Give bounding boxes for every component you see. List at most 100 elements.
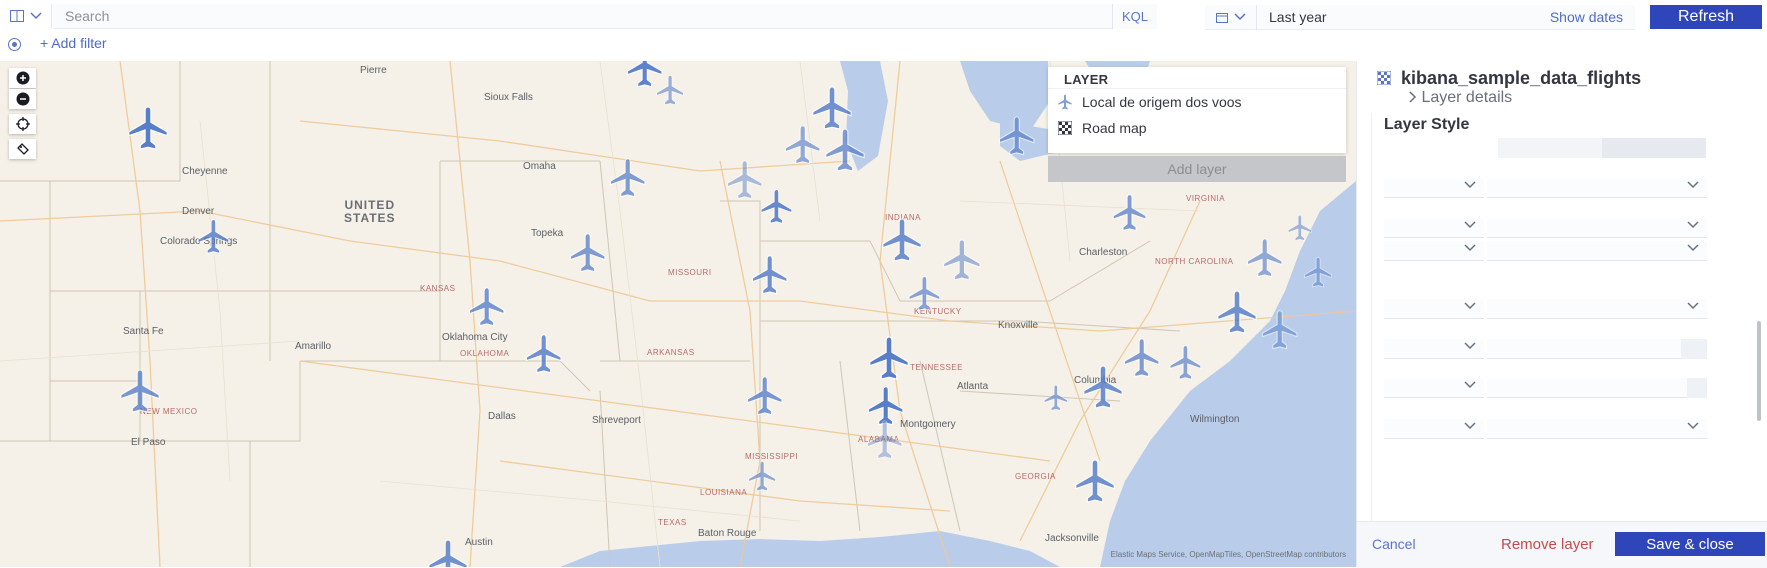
chevron-down-icon (1233, 13, 1246, 21)
style-select[interactable] (1384, 218, 1484, 238)
style-select[interactable] (1384, 378, 1484, 398)
region-label: VIRGINIA (1186, 194, 1226, 203)
layer-control-title: LAYER (1048, 67, 1346, 89)
airport-marker[interactable] (425, 538, 471, 567)
region-label: GEORGIA (1015, 472, 1056, 481)
layer-details-label: Layer details (1421, 89, 1513, 106)
add-layer-button[interactable]: Add layer (1048, 156, 1346, 182)
color-swatch[interactable] (1602, 138, 1706, 158)
zoom-out-button[interactable] (9, 89, 36, 109)
date-range-text[interactable]: Last year (1257, 9, 1550, 25)
layer-item-flight-origin[interactable]: Local de origem dos voos (1048, 89, 1346, 115)
style-select[interactable] (1487, 178, 1707, 198)
airport-marker[interactable] (866, 335, 912, 381)
fit-to-data-button[interactable] (9, 114, 36, 134)
save-close-button[interactable]: Save & close (1615, 532, 1765, 556)
airport-marker[interactable] (864, 419, 905, 460)
query-language-button[interactable]: KQL (1112, 3, 1157, 29)
chevron-down-icon (1464, 244, 1476, 252)
layer-name: Road map (1082, 120, 1147, 136)
style-input[interactable] (1487, 378, 1687, 398)
airport-icon (1056, 93, 1074, 111)
style-select[interactable] (1487, 299, 1707, 319)
airport-marker[interactable] (879, 217, 925, 263)
style-select[interactable] (1384, 339, 1484, 359)
region-label: LOUISIANA (700, 488, 748, 497)
search-input[interactable] (53, 4, 1112, 28)
airport-marker[interactable] (1080, 364, 1126, 410)
date-picker: Last year Show dates (1205, 4, 1635, 30)
airport-marker[interactable] (1121, 337, 1162, 378)
country-label: UNITED STATES (344, 198, 396, 225)
style-select[interactable] (1384, 241, 1484, 261)
layer-item-road-map[interactable]: Road map (1048, 115, 1346, 141)
panel-scrollbar[interactable] (1757, 321, 1761, 421)
place-label: Cheyenne (182, 166, 228, 177)
zoom-in-button[interactable] (9, 68, 36, 88)
airport-marker[interactable] (607, 157, 648, 198)
place-label: Montgomery (900, 419, 956, 430)
airport-marker[interactable] (996, 115, 1037, 156)
airport-marker[interactable] (654, 74, 686, 106)
airport-marker[interactable] (1072, 458, 1118, 504)
airport-marker[interactable] (117, 368, 163, 414)
style-row (1384, 218, 1724, 238)
place-label: Sioux Falls (484, 92, 533, 103)
show-dates-link[interactable]: Show dates (1550, 9, 1635, 25)
style-row (1384, 378, 1724, 398)
region-label: ARKANSAS (647, 348, 695, 357)
add-filter-button[interactable]: + Add filter (40, 35, 107, 51)
airport-marker[interactable] (1302, 256, 1334, 288)
minus-icon (16, 92, 29, 106)
map-attribution[interactable]: Elastic Maps Service, OpenMapTiles, Open… (1111, 550, 1346, 559)
style-select[interactable] (1487, 218, 1707, 238)
chevron-right-icon (1409, 91, 1417, 103)
airport-marker[interactable] (1167, 344, 1204, 381)
style-select[interactable] (1384, 419, 1484, 439)
style-select[interactable] (1384, 299, 1484, 319)
style-select[interactable] (1384, 178, 1484, 198)
airport-marker[interactable] (1259, 309, 1300, 350)
airport-marker[interactable] (906, 275, 943, 312)
filter-options-icon[interactable] (8, 38, 21, 51)
airport-marker[interactable] (1286, 214, 1314, 242)
place-label: Pierre (360, 65, 387, 76)
airport-marker[interactable] (758, 188, 795, 225)
chevron-down-icon (1687, 181, 1699, 189)
airport-marker[interactable] (1244, 237, 1285, 278)
layer-details-toggle[interactable]: Layer details (1409, 89, 1512, 107)
color-swatch[interactable] (1498, 138, 1602, 158)
airport-marker[interactable] (822, 127, 868, 173)
airport-marker[interactable] (567, 232, 608, 273)
remove-layer-button[interactable]: Remove layer (1501, 536, 1594, 553)
airport-marker[interactable] (466, 286, 507, 327)
airport-marker[interactable] (744, 375, 785, 416)
filter-bar: + Add filter (0, 34, 1767, 60)
airport-marker[interactable] (1214, 289, 1260, 335)
place-label: Oklahoma City (442, 332, 508, 343)
search-bar: KQL (53, 3, 1157, 29)
quick-select-button[interactable] (1205, 4, 1257, 30)
airport-marker[interactable] (523, 333, 564, 374)
airport-marker[interactable] (746, 460, 778, 492)
style-input[interactable] (1487, 339, 1681, 359)
airport-marker[interactable] (1110, 193, 1149, 232)
saved-query-toggle[interactable] (6, 4, 52, 28)
style-row (1384, 419, 1724, 439)
style-select[interactable] (1487, 241, 1707, 261)
layer-name: Local de origem dos voos (1082, 94, 1242, 110)
airport-marker[interactable] (1042, 384, 1070, 412)
draw-shape-button[interactable] (9, 139, 36, 159)
map-controls (9, 68, 36, 160)
style-select[interactable] (1487, 419, 1707, 439)
airport-marker[interactable] (809, 85, 855, 131)
cancel-button[interactable]: Cancel (1372, 536, 1416, 552)
panel-icon (10, 10, 24, 22)
refresh-button[interactable]: Refresh (1650, 5, 1762, 29)
airport-marker[interactable] (749, 254, 790, 295)
airport-marker[interactable] (195, 218, 232, 255)
airport-marker[interactable] (125, 105, 171, 151)
calendar-icon (1215, 12, 1228, 23)
style-row (1384, 138, 1724, 158)
airport-marker[interactable] (940, 238, 984, 282)
